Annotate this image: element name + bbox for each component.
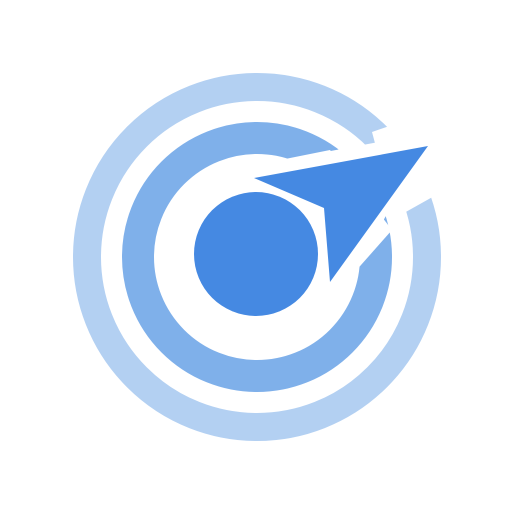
target-compass-logo-icon (73, 73, 441, 441)
core-dot (194, 192, 318, 316)
logo-canvas (0, 0, 512, 512)
